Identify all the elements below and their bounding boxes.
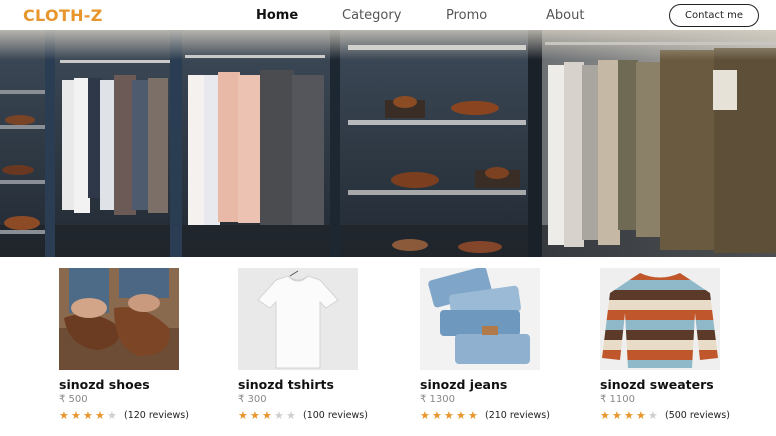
star-icon: ★ bbox=[262, 409, 272, 422]
star-icon: ★ bbox=[95, 409, 105, 422]
star-icon: ★ bbox=[456, 409, 466, 422]
contact-me-button[interactable]: Contact me bbox=[669, 4, 759, 27]
product-card-jeans[interactable]: sinozd jeans ₹ 1300 ★ ★ ★ ★ ★ (210 revie… bbox=[420, 268, 580, 422]
product-name[interactable]: sinozd jeans bbox=[420, 377, 507, 392]
product-rating: ★ ★ ★ ★ ★ (120 reviews) bbox=[59, 409, 189, 422]
star-rating: ★ ★ ★ ★ ★ bbox=[59, 409, 119, 422]
star-icon: ★ bbox=[59, 409, 69, 422]
nav-link-about[interactable]: About bbox=[546, 8, 584, 23]
star-icon: ★ bbox=[107, 409, 117, 422]
star-icon: ★ bbox=[624, 409, 634, 422]
star-icon: ★ bbox=[636, 409, 646, 422]
brand-logo[interactable]: CLOTH-Z bbox=[23, 6, 103, 25]
product-rating: ★ ★ ★ ★ ★ (210 reviews) bbox=[420, 409, 550, 422]
star-rating: ★ ★ ★ ★ ★ bbox=[238, 409, 298, 422]
product-card-sweaters[interactable]: sinozd sweaters ₹ 1100 ★ ★ ★ ★ ★ (500 re… bbox=[600, 268, 760, 422]
product-rating: ★ ★ ★ ★ ★ (100 reviews) bbox=[238, 409, 368, 422]
star-icon: ★ bbox=[250, 409, 260, 422]
product-image[interactable] bbox=[420, 268, 540, 370]
star-icon: ★ bbox=[648, 409, 658, 422]
review-count: (210 reviews) bbox=[485, 410, 550, 421]
folded-jeans-image bbox=[420, 268, 540, 370]
review-count: (120 reviews) bbox=[124, 410, 189, 421]
nav-link-category[interactable]: Category bbox=[342, 8, 401, 23]
star-icon: ★ bbox=[420, 409, 430, 422]
product-image[interactable] bbox=[238, 268, 358, 370]
product-card-tshirts[interactable]: sinozd tshirts ₹ 300 ★ ★ ★ ★ ★ (100 revi… bbox=[238, 268, 398, 422]
brown-loafers-image bbox=[59, 268, 179, 370]
nav-link-home[interactable]: Home bbox=[256, 8, 298, 23]
store-interior-image bbox=[0, 30, 776, 257]
star-icon: ★ bbox=[432, 409, 442, 422]
product-image[interactable] bbox=[600, 268, 720, 370]
product-name[interactable]: sinozd sweaters bbox=[600, 377, 714, 392]
star-icon: ★ bbox=[71, 409, 81, 422]
product-image[interactable] bbox=[59, 268, 179, 370]
star-icon: ★ bbox=[444, 409, 454, 422]
star-icon: ★ bbox=[600, 409, 610, 422]
striped-sweater-image bbox=[600, 268, 720, 370]
product-rating: ★ ★ ★ ★ ★ (500 reviews) bbox=[600, 409, 730, 422]
product-name[interactable]: sinozd shoes bbox=[59, 377, 150, 392]
review-count: (500 reviews) bbox=[665, 410, 730, 421]
star-rating: ★ ★ ★ ★ ★ bbox=[420, 409, 480, 422]
product-price: ₹ 300 bbox=[238, 394, 267, 405]
star-icon: ★ bbox=[274, 409, 284, 422]
product-price: ₹ 1100 bbox=[600, 394, 635, 405]
review-count: (100 reviews) bbox=[303, 410, 368, 421]
top-navbar: CLOTH-Z Home Category Promo About Contac… bbox=[0, 0, 776, 30]
star-icon: ★ bbox=[83, 409, 93, 422]
product-card-shoes[interactable]: sinozd shoes ₹ 500 ★ ★ ★ ★ ★ (120 review… bbox=[59, 268, 219, 422]
white-tshirt-image bbox=[238, 268, 358, 370]
nav-link-promo[interactable]: Promo bbox=[446, 8, 487, 23]
hero-banner bbox=[0, 30, 776, 257]
product-name[interactable]: sinozd tshirts bbox=[238, 377, 334, 392]
star-icon: ★ bbox=[612, 409, 622, 422]
star-icon: ★ bbox=[286, 409, 296, 422]
star-icon: ★ bbox=[238, 409, 248, 422]
product-price: ₹ 1300 bbox=[420, 394, 455, 405]
star-rating: ★ ★ ★ ★ ★ bbox=[600, 409, 660, 422]
star-icon: ★ bbox=[468, 409, 478, 422]
product-price: ₹ 500 bbox=[59, 394, 88, 405]
